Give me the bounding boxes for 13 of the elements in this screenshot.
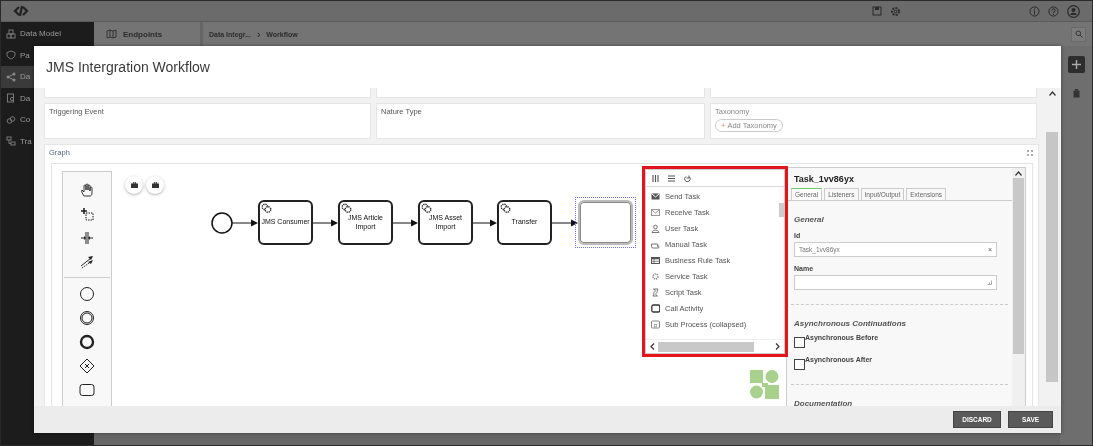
sidebar-label: Data Model [20, 29, 61, 39]
panel-title: Endpoints [123, 29, 163, 39]
sidebar-label: Da [20, 93, 31, 103]
sidebar-label: Tra [20, 136, 32, 146]
section-heading: Documentation [793, 399, 854, 406]
sidebar-label: Da [20, 72, 31, 82]
modal-title: JMS Intergration Workflow [46, 59, 210, 75]
section-heading: General [793, 215, 825, 224]
sidebar-label: Pa [20, 50, 30, 60]
section-heading: Asynchronous Continuations [793, 319, 907, 328]
element-title: Task_1vv86yx [793, 174, 855, 184]
sidebar-label: Co [20, 115, 31, 125]
breadcrumb-separator: › [257, 28, 261, 40]
